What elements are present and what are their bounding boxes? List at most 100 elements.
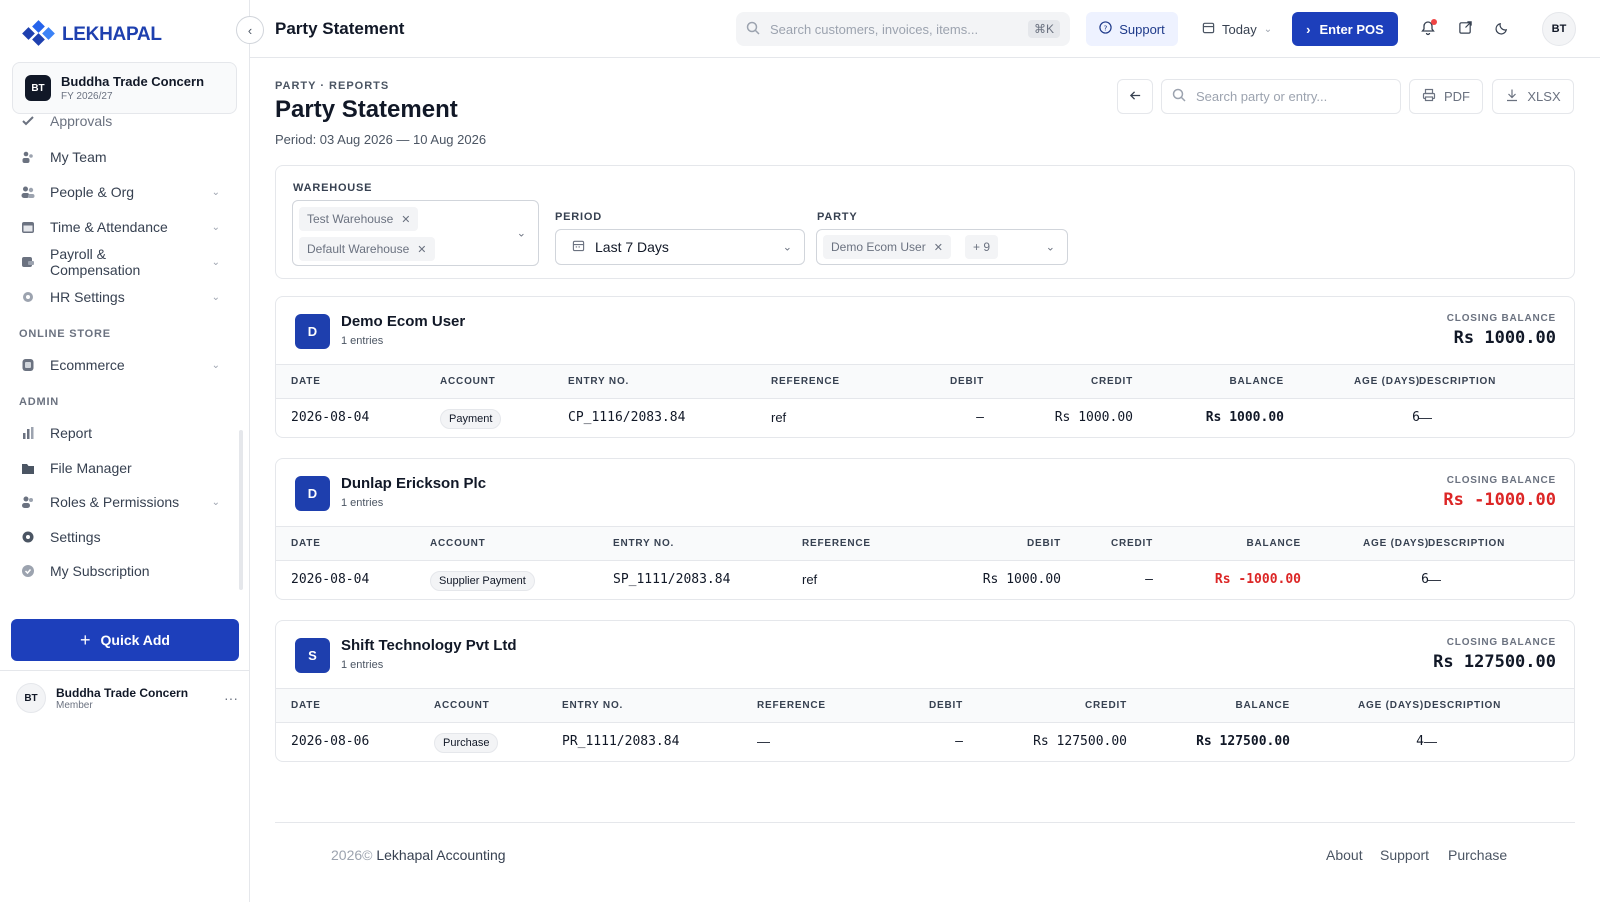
cell-description: — [1428,572,1441,587]
warehouse-chip[interactable]: Default Warehouse ✕ [299,237,435,261]
cell-balance: Rs 127500.00 [1196,734,1290,749]
cell-credit: – [1145,572,1153,587]
sidebar-item-ecommerce[interactable]: Ecommerce ⌄ [20,350,220,380]
section-admin: ADMIN [19,396,60,408]
notifications-button[interactable] [1416,17,1440,41]
avatar[interactable]: BT [1542,12,1576,46]
close-icon[interactable]: ✕ [401,213,410,226]
party-chip[interactable]: Demo Ecom User ✕ [823,235,951,259]
sidebar-item-file-manager[interactable]: File Manager [20,453,220,483]
cell-entry[interactable]: SP_1111/2083.84 [613,561,730,599]
footer-link-support[interactable]: Support [1380,847,1429,863]
xlsx-label: XLSX [1527,89,1561,104]
closing-balance-value: Rs 1000.00 [1453,328,1556,348]
chevron-down-icon: ⌄ [211,291,220,303]
check-icon [20,116,36,129]
sidebar-item-label: Time & Attendance [50,219,168,235]
open-external-button[interactable] [1453,17,1477,41]
sidebar-item-report[interactable]: Report [20,418,220,448]
user-menu[interactable]: BT Buddha Trade Concern Member ··· [16,678,238,718]
sidebar-item-time-attendance[interactable]: Time & Attendance ⌄ [20,212,220,242]
close-icon[interactable]: ✕ [934,241,943,254]
search-icon [746,21,760,38]
quick-add-button[interactable]: + Quick Add [11,619,239,661]
party-more-chip[interactable]: + 9 [965,235,999,259]
cell-reference: ref [802,572,818,587]
chip-label: Default Warehouse [307,242,410,256]
export-pdf-button[interactable]: PDF [1409,79,1483,114]
sidebar-scrollbar[interactable] [239,430,243,590]
cell-account: Payment [440,399,502,437]
sidebar-item-people-org[interactable]: People & Org ⌄ [20,177,220,207]
sidebar-item-approvals[interactable]: Approvals [20,116,220,136]
sidebar-item-label: Approvals [50,116,113,129]
col-debit: DEBIT [950,376,984,387]
footer-link-about[interactable]: About [1326,847,1363,863]
divider [0,670,250,671]
date-range-button[interactable]: Today ⌄ [1202,12,1282,46]
table-row[interactable]: 2026-08-04 Payment CP_1116/2083.84 ref –… [276,399,1574,437]
export-xlsx-button[interactable]: XLSX [1492,79,1574,114]
cell-entry[interactable]: CP_1116/2083.84 [568,399,685,437]
chevron-down-icon: ⌄ [211,221,220,233]
close-icon[interactable]: ✕ [417,243,426,256]
sidebar-item-label: HR Settings [50,289,125,305]
sidebar-item-label: File Manager [50,460,132,476]
col-age: AGE (DAYS) [1358,700,1424,711]
sidebar-item-label: My Team [50,149,107,165]
gear-icon [20,289,36,305]
party-name[interactable]: Demo Ecom User [341,313,465,330]
table-header: DATE ACCOUNT ENTRY NO. REFERENCE DEBIT C… [276,527,1574,561]
col-balance: BALANCE [1229,376,1284,387]
table-row[interactable]: 2026-08-06 Purchase PR_1111/2083.84 — – … [276,723,1574,761]
col-date: DATE [291,700,321,711]
cell-date: 2026-08-04 [291,410,370,425]
col-balance: BALANCE [1235,700,1290,711]
table-row[interactable]: 2026-08-04 Supplier Payment SP_1111/2083… [276,561,1574,599]
cell-debit: – [955,734,963,749]
shortcut-hint: ⌘K [1027,20,1060,38]
col-balance: BALANCE [1246,538,1301,549]
theme-toggle-button[interactable] [1490,17,1514,41]
warehouse-select[interactable]: Test Warehouse ✕ Default Warehouse ✕ ⌄ [292,200,539,266]
sidebar-item-roles-permissions[interactable]: Roles & Permissions ⌄ [20,487,220,517]
col-reference: REFERENCE [802,538,871,549]
party-name[interactable]: Shift Technology Pvt Ltd [341,637,517,654]
period-value: Last 7 Days [595,239,669,255]
external-link-icon [1458,20,1473,38]
team-icon [20,149,36,165]
party-card: D Demo Ecom User 1 entries CLOSING BALAN… [275,296,1575,438]
org-switcher[interactable]: BT Buddha Trade Concern FY 2026/27 [12,62,237,114]
app-logo[interactable]: LEKHAPAL [22,20,162,49]
sidebar-item-payroll[interactable]: Payroll & Compensation ⌄ [20,246,220,278]
account-badge: Payment [440,409,502,429]
chevron-down-icon: ⌄ [211,256,220,268]
sidebar-item-my-subscription[interactable]: My Subscription [20,556,220,586]
download-icon [1505,88,1519,105]
party-name[interactable]: Dunlap Erickson Plc [341,475,486,492]
col-entry: ENTRY NO. [613,538,675,549]
cell-date: 2026-08-04 [291,572,370,587]
back-button[interactable] [1117,79,1153,114]
footer-link-purchase[interactable]: Purchase [1448,847,1507,863]
chip-label: Demo Ecom User [831,240,926,254]
global-search-input[interactable]: Search customers, invoices, items... ⌘K [736,12,1070,46]
enter-pos-button[interactable]: › Enter POS [1292,12,1398,46]
user-name: Buddha Trade Concern [56,685,189,700]
collapse-sidebar-button[interactable]: ‹ [236,16,264,44]
warehouse-chip[interactable]: Test Warehouse ✕ [299,207,419,231]
sidebar-item-hr-settings[interactable]: HR Settings ⌄ [20,282,220,312]
account-badge: Purchase [434,733,499,753]
chevron-right-icon: › [1306,21,1311,37]
period-select[interactable]: Last 7 Days ⌄ [555,229,805,265]
cell-entry[interactable]: PR_1111/2083.84 [562,723,679,761]
party-label: PARTY [817,211,858,223]
sidebar-item-settings[interactable]: Settings [20,522,220,552]
party-search-input[interactable]: Search party or entry... [1161,79,1401,114]
support-button[interactable]: ? Support [1086,12,1178,46]
party-select[interactable]: Demo Ecom User ✕ + 9 ⌄ [816,229,1068,265]
cell-age: 4 [1416,734,1424,749]
sidebar-item-my-team[interactable]: My Team [20,142,220,172]
more-icon[interactable]: ··· [224,690,238,706]
col-description: DESCRIPTION [1419,376,1497,387]
